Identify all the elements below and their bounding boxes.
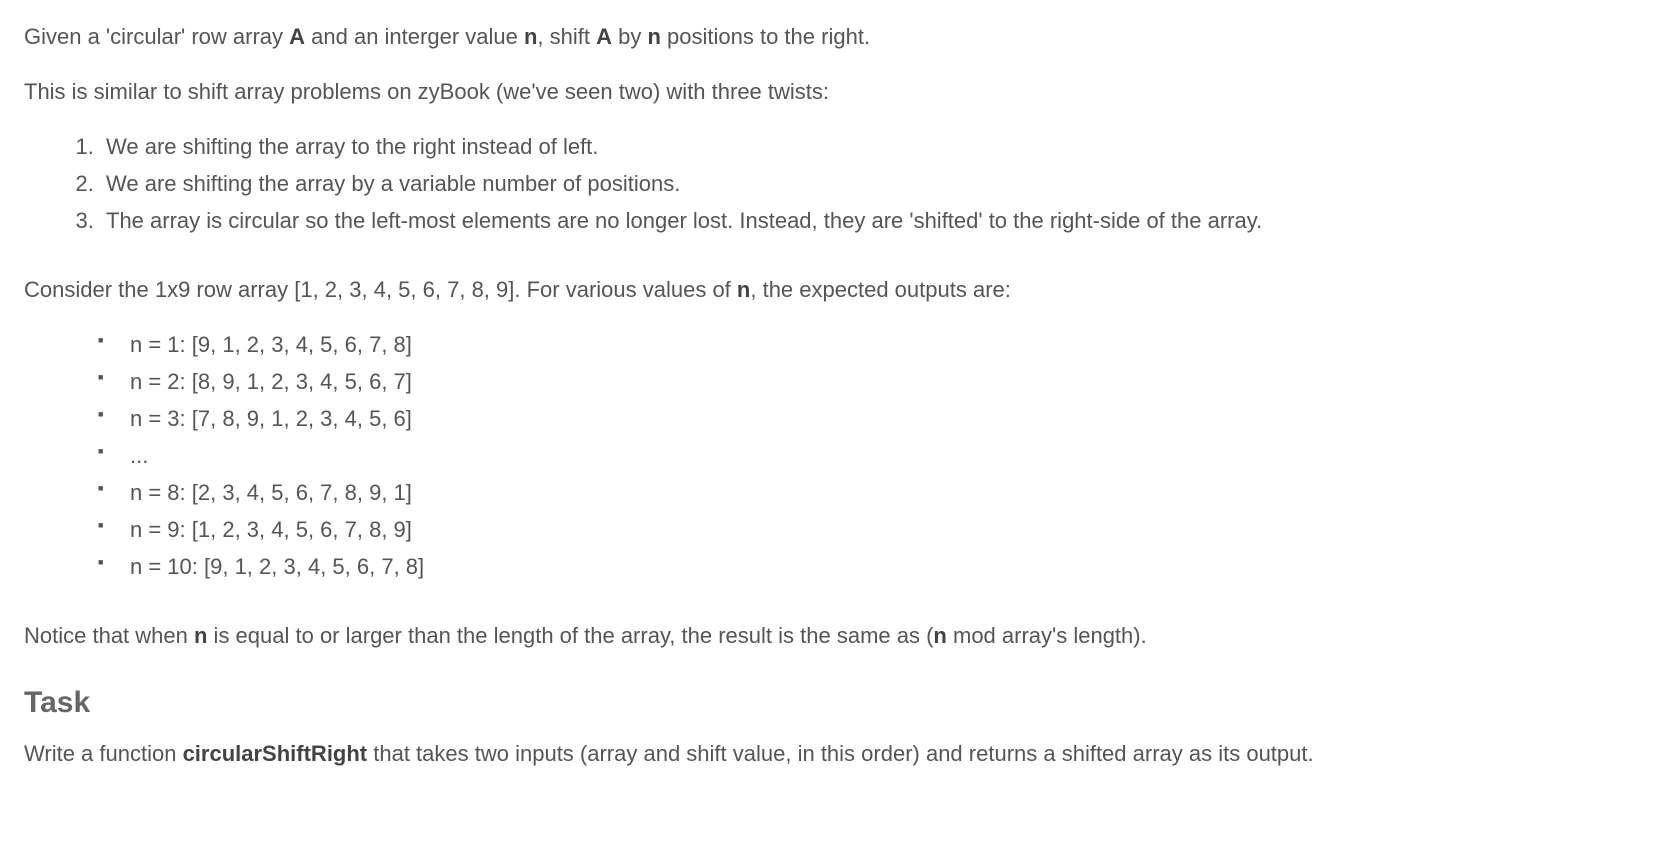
consider-paragraph: Consider the 1x9 row array [1, 2, 3, 4, …	[24, 273, 1656, 306]
text: Notice that when	[24, 623, 194, 648]
example-item: n = 8: [2, 3, 4, 5, 6, 7, 8, 9, 1]	[98, 476, 1656, 509]
example-item: ...	[98, 439, 1656, 472]
text: by	[612, 24, 647, 49]
bold-A: A	[596, 24, 612, 49]
notice-paragraph: Notice that when n is equal to or larger…	[24, 619, 1656, 652]
twist-item: We are shifting the array to the right i…	[100, 130, 1656, 163]
example-item: n = 9: [1, 2, 3, 4, 5, 6, 7, 8, 9]	[98, 513, 1656, 546]
example-item: n = 1: [9, 1, 2, 3, 4, 5, 6, 7, 8]	[98, 328, 1656, 361]
intro-paragraph-2: This is similar to shift array problems …	[24, 75, 1656, 108]
text: , shift	[537, 24, 596, 49]
twists-list: We are shifting the array to the right i…	[100, 130, 1656, 237]
text: that takes two inputs (array and shift v…	[367, 741, 1313, 766]
text: Consider the 1x9 row array [1, 2, 3, 4, …	[24, 277, 737, 302]
text: mod array's length).	[947, 623, 1147, 648]
text: Given a 'circular' row array	[24, 24, 289, 49]
task-body: Write a function circularShiftRight that…	[24, 737, 1656, 770]
example-item: n = 2: [8, 9, 1, 2, 3, 4, 5, 6, 7]	[98, 365, 1656, 398]
example-item: n = 3: [7, 8, 9, 1, 2, 3, 4, 5, 6]	[98, 402, 1656, 435]
bold-n: n	[647, 24, 660, 49]
twist-item: The array is circular so the left-most e…	[100, 204, 1656, 237]
bold-n: n	[933, 623, 946, 648]
bold-n: n	[737, 277, 750, 302]
text: is equal to or larger than the length of…	[207, 623, 933, 648]
text: and an interger value	[305, 24, 524, 49]
bold-A: A	[289, 24, 305, 49]
bold-function-name: circularShiftRight	[183, 741, 368, 766]
examples-list: n = 1: [9, 1, 2, 3, 4, 5, 6, 7, 8] n = 2…	[98, 328, 1656, 583]
text: Write a function	[24, 741, 183, 766]
task-heading: Task	[24, 680, 1656, 725]
twist-item: We are shifting the array by a variable …	[100, 167, 1656, 200]
bold-n: n	[194, 623, 207, 648]
text: , the expected outputs are:	[750, 277, 1011, 302]
bold-n: n	[524, 24, 537, 49]
text: positions to the right.	[661, 24, 870, 49]
example-item: n = 10: [9, 1, 2, 3, 4, 5, 6, 7, 8]	[98, 550, 1656, 583]
intro-paragraph-1: Given a 'circular' row array A and an in…	[24, 20, 1656, 53]
